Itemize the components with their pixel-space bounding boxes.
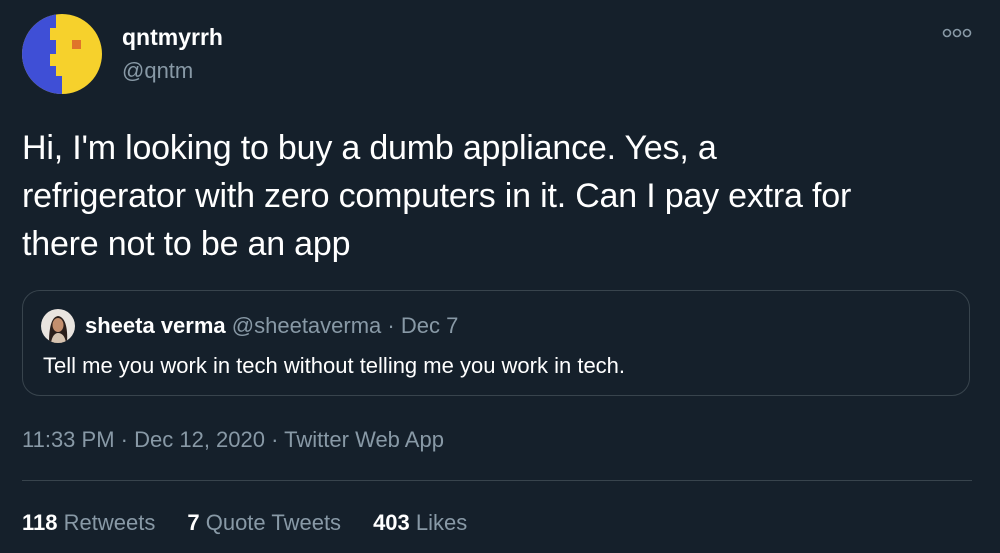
quote-header: sheeta verma @sheetaverma · Dec 7 <box>85 313 458 339</box>
likes-count: 403 <box>373 510 410 535</box>
author-avatar[interactable] <box>22 14 102 94</box>
quote-author-avatar[interactable] <box>41 309 75 343</box>
tweet-source[interactable]: Twitter Web App <box>284 427 444 452</box>
quote-author-name[interactable]: sheeta verma <box>85 313 226 338</box>
likes-label: Likes <box>415 510 468 535</box>
quote-tweets-stat[interactable]: 7 Quote Tweets <box>187 510 341 536</box>
quote-tweets-label: Quote Tweets <box>205 510 342 535</box>
profile-photo-avatar-icon <box>41 309 75 343</box>
quote-separator: · <box>387 313 395 338</box>
tweet-stats: 118 Retweets 7 Quote Tweets 403 Likes <box>22 510 467 536</box>
retweets-count: 118 <box>22 510 58 535</box>
quoted-tweet[interactable]: sheeta verma @sheetaverma · Dec 7 Tell m… <box>22 290 970 396</box>
tweet-text: Hi, I'm looking to buy a dumb appliance.… <box>22 124 972 268</box>
tweet-date[interactable]: Dec 12, 2020 <box>134 427 265 452</box>
retweets-label: Retweets <box>63 510 156 535</box>
tweet-meta: 11:33 PM · Dec 12, 2020 · Twitter Web Ap… <box>22 427 444 453</box>
tweet-time[interactable]: 11:33 PM <box>22 427 115 452</box>
quote-date[interactable]: Dec 7 <box>401 313 458 338</box>
author-handle[interactable]: @qntm <box>122 58 193 84</box>
more-options-icon[interactable] <box>942 26 972 40</box>
likes-stat[interactable]: 403 Likes <box>373 510 467 536</box>
retweets-stat[interactable]: 118 Retweets <box>22 510 155 536</box>
meta-separator: · <box>120 427 128 452</box>
tweet-card: qntmyrrh @qntm Hi, I'm looking to buy a … <box>0 0 1000 553</box>
author-name[interactable]: qntmyrrh <box>122 24 223 51</box>
divider <box>22 480 972 481</box>
tweet-text-line: there not to be an app <box>22 225 351 263</box>
tweet-text-line: refrigerator with zero computers in it. … <box>22 177 852 215</box>
quote-text: Tell me you work in tech without telling… <box>43 353 626 378</box>
quote-author-handle[interactable]: @sheetaverma <box>232 313 382 338</box>
tweet-text-line: Hi, I'm looking to buy a dumb appliance.… <box>22 129 717 167</box>
pixel-face-avatar-icon <box>22 14 102 94</box>
meta-separator: · <box>271 427 279 452</box>
quote-tweets-count: 7 <box>187 510 200 535</box>
